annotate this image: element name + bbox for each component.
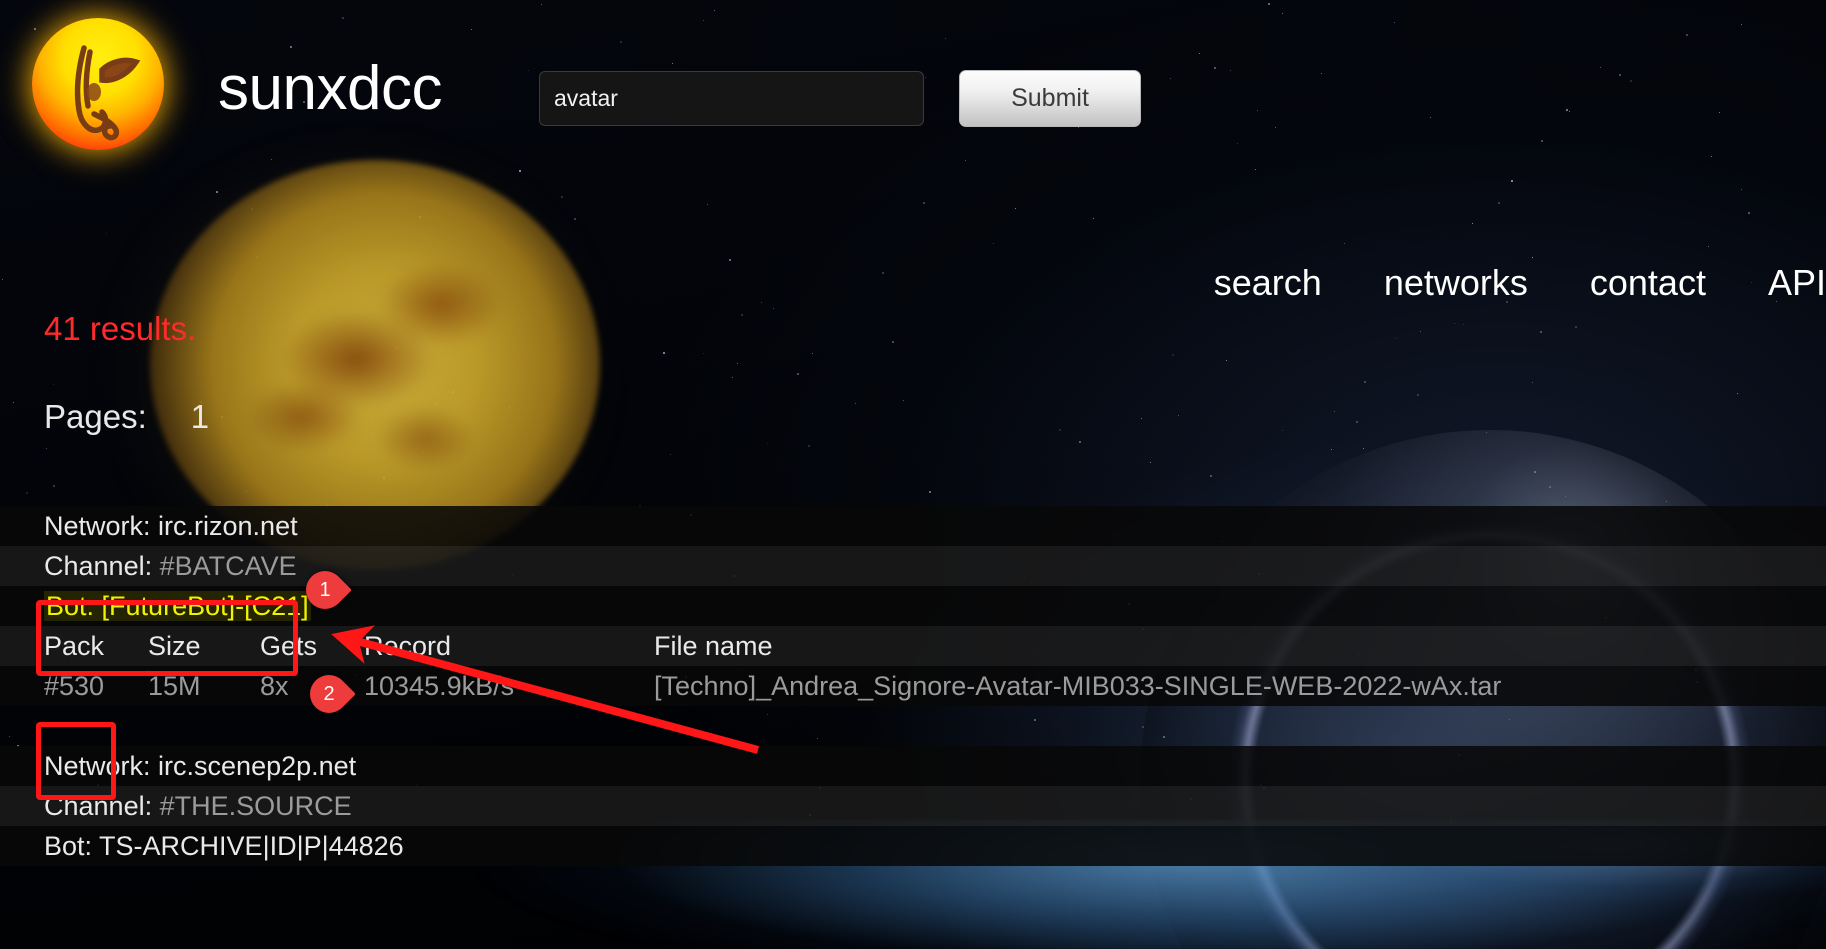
result-channel-line: Channel: #BATCAVE	[0, 546, 1826, 586]
pages-label: Pages:	[44, 398, 147, 435]
pagination: Pages: 1	[44, 398, 209, 436]
annotation-marker-2: 2	[302, 667, 356, 721]
result-channel-line: Channel: #THE.SOURCE	[0, 786, 1826, 826]
result-network-line: Network: irc.scenep2p.net	[0, 746, 1826, 786]
network-label: Network:	[44, 751, 151, 781]
results-list: Network: irc.rizon.net Channel: #BATCAVE B…	[0, 506, 1826, 866]
nav-link-search[interactable]: search	[1214, 262, 1322, 304]
brand-title: sunxdcc	[218, 54, 442, 123]
page-link-1[interactable]: 1	[191, 398, 209, 436]
channel-value: #THE.SOURCE	[159, 791, 352, 821]
result-bot-line: Bot: TS-ARCHIVE|ID|P|44826	[0, 826, 1826, 866]
bot-text: Bot: [FutureBot]-[C21]	[44, 591, 311, 621]
nav-link-api[interactable]: API	[1768, 262, 1826, 304]
cell-size: 15M	[148, 671, 201, 701]
annotation-marker-1-label: 1	[319, 579, 331, 601]
network-value: irc.rizon.net	[158, 511, 298, 541]
bot-value: TS-ARCHIVE|ID|P|44826	[99, 831, 404, 861]
results-count: 41 results.	[44, 310, 197, 347]
result-network-line: Network: irc.rizon.net	[0, 506, 1826, 546]
column-header-size: Size	[148, 631, 201, 661]
search-input[interactable]	[539, 71, 924, 126]
cell-pack[interactable]: #530	[44, 666, 148, 706]
annotation-marker-2-label: 2	[323, 683, 335, 705]
result-table-header: Pack Size Gets Record File name	[0, 626, 1826, 666]
bot-label: Bot:	[46, 591, 95, 621]
nav-link-contact[interactable]: contact	[1590, 262, 1706, 304]
result-block: Network: irc.rizon.net Channel: #BATCAVE B…	[0, 506, 1826, 746]
column-header-filename: File name	[654, 631, 773, 661]
page-root: sunxdcc Submit searchnetworkscontactAPI …	[0, 0, 1826, 949]
column-header-gets: Gets	[260, 631, 318, 661]
cell-filename: [Techno]_Andrea_Signore-Avatar-MIB033-SI…	[654, 671, 1502, 701]
result-block: Network: irc.scenep2p.net Channel: #THE.S…	[0, 746, 1826, 866]
sun-surface-detail	[190, 215, 570, 535]
bot-value: [FutureBot]-[C21]	[101, 591, 309, 621]
annotation-marker-1: 1	[298, 563, 352, 617]
channel-label: Channel:	[44, 791, 153, 821]
network-label: Network:	[44, 511, 151, 541]
channel-value: #BATCAVE	[159, 551, 297, 581]
site-logo[interactable]	[4, 0, 192, 178]
submit-button[interactable]: Submit	[959, 70, 1141, 127]
result-table-row: #530 15M 8x 10345.9kB/s [Techno]_Andrea_Sign…	[0, 666, 1826, 706]
column-header-record: Record	[364, 631, 452, 661]
column-header-pack: Pack	[44, 631, 105, 661]
bot-text: Bot: TS-ARCHIVE|ID|P|44826	[44, 831, 404, 861]
result-block-separator	[0, 706, 1826, 746]
network-value: irc.scenep2p.net	[158, 751, 357, 781]
eye-of-horus-icon	[74, 45, 141, 141]
main-navigation: search networks contact API	[1214, 262, 1826, 304]
cell-record: 10345.9kB/s	[364, 671, 515, 701]
channel-label: Channel:	[44, 551, 153, 581]
nav-link-networks[interactable]: networks	[1384, 262, 1528, 304]
bot-label: Bot:	[44, 831, 93, 861]
result-bot-line: Bot: [FutureBot]-[C21]	[0, 586, 1826, 626]
